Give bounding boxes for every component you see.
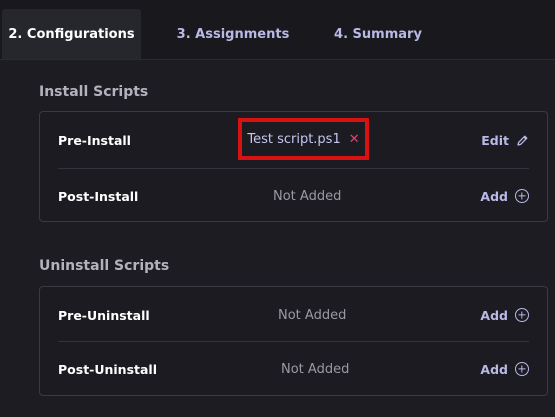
pre-install-script-chip: Test script.ps1 ✕ (238, 118, 369, 160)
uninstall-scripts-title: Uninstall Scripts (39, 258, 170, 274)
post-install-row: Post-Install Not Added Add (40, 168, 547, 224)
pencil-icon (516, 134, 529, 147)
edit-pre-install-button[interactable]: Edit (481, 112, 529, 168)
pre-uninstall-row: Pre-Uninstall Not Added Add (40, 287, 547, 343)
post-uninstall-label: Post-Uninstall (58, 361, 158, 377)
add-post-install-button[interactable]: Add (480, 168, 529, 224)
tab-assignments[interactable]: 3. Assignments (166, 9, 300, 59)
add-label: Add (480, 188, 508, 204)
post-install-label: Post-Install (58, 188, 139, 204)
pre-install-label: Pre-Install (58, 132, 131, 148)
tab-configurations[interactable]: 2. Configurations (2, 9, 141, 59)
add-label: Add (480, 361, 508, 377)
plus-circle-icon (515, 362, 529, 376)
plus-circle-icon (515, 308, 529, 322)
install-scripts-title: Install Scripts (39, 84, 149, 100)
add-pre-uninstall-button[interactable]: Add (480, 287, 529, 343)
pre-uninstall-label: Pre-Uninstall (58, 307, 150, 323)
pre-uninstall-value: Not Added (278, 307, 347, 323)
edit-label: Edit (481, 132, 509, 148)
post-install-value: Not Added (273, 188, 342, 204)
tab-summary[interactable]: 4. Summary (322, 9, 434, 59)
uninstall-scripts-card: Pre-Uninstall Not Added Add Post-Uninsta… (39, 286, 548, 396)
add-post-uninstall-button[interactable]: Add (480, 341, 529, 397)
post-uninstall-value: Not Added (281, 361, 350, 377)
add-label: Add (480, 307, 508, 323)
remove-script-icon[interactable]: ✕ (349, 132, 360, 147)
post-uninstall-row: Post-Uninstall Not Added Add (40, 341, 547, 397)
script-filename[interactable]: Test script.ps1 (247, 132, 340, 147)
plus-circle-icon (515, 189, 529, 203)
tab-bar: 2. Configurations 3. Assignments 4. Summ… (0, 0, 555, 60)
